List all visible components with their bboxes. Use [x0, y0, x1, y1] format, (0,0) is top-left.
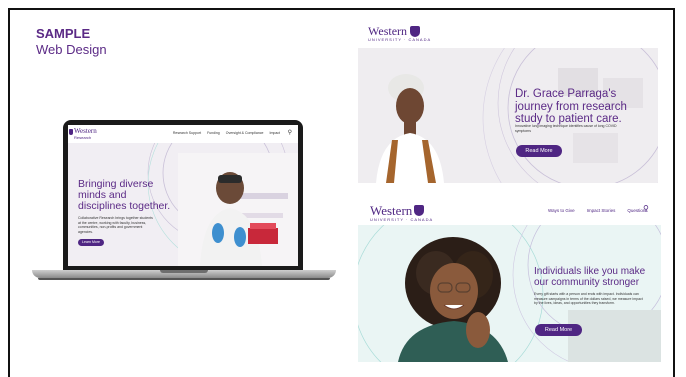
laptop-site-nav: Western Research Research Support Fundin… — [68, 125, 298, 144]
panel1-body: Innovative lung imaging technique identi… — [515, 124, 617, 133]
panel2-logo-sub: UNIVERSITY · CANADA — [370, 217, 434, 222]
laptop-site-headline: Bringing diverse minds and disciplines t… — [78, 178, 171, 212]
laptop-site-logo[interactable]: Western — [74, 128, 97, 135]
laptop-foot — [38, 278, 330, 280]
crest-icon — [410, 26, 420, 37]
laptop-nav-link[interactable]: Funding — [207, 131, 220, 135]
panel2-hero: Individuals like you make our community … — [358, 225, 661, 362]
crest-icon — [69, 129, 73, 135]
laptop-nav-link[interactable]: Oversight & Compliance — [226, 131, 264, 135]
laptop-site-body: Collaborative Research brings together s… — [78, 216, 153, 234]
laptop-site-nav-links: Research Support Funding Oversight & Com… — [173, 131, 280, 135]
nav-link-impact-stories[interactable]: Impact Stories — [587, 208, 616, 213]
learn-more-button[interactable]: Learn More — [78, 239, 104, 246]
laptop-website-display: Western Research Research Support Fundin… — [68, 125, 298, 266]
search-icon[interactable]: ⚲ — [288, 129, 292, 136]
nav-link-ways-to-give[interactable]: Ways to Give — [548, 208, 575, 213]
search-icon[interactable]: ⚲ — [643, 204, 649, 213]
panel1-headline: Dr. Grace Parraga's journey from researc… — [515, 88, 627, 125]
laptop-nav-link[interactable]: Impact — [269, 131, 280, 135]
laptop-site-hero: Bringing diverse minds and disciplines t… — [68, 143, 298, 266]
laptop-nav-link[interactable]: Research Support — [173, 131, 201, 135]
panel2-headline: Individuals like you make our community … — [534, 266, 646, 288]
read-more-button[interactable]: Read More — [516, 145, 562, 157]
panel2-body: Every gift starts with a person and ends… — [534, 292, 643, 305]
panel2-nav-links: Ways to Give Impact Stories Questions — [548, 208, 648, 213]
laptop-site-logo-sub: Research — [74, 135, 92, 140]
slide-subtitle: Web Design — [36, 42, 107, 57]
panel1-logo-sub: UNIVERSITY · CANADA — [368, 37, 432, 42]
read-more-button[interactable]: Read More — [535, 324, 582, 336]
slide-title: SAMPLE — [36, 26, 91, 41]
laptop-notch — [160, 270, 208, 273]
scientist-image — [178, 153, 298, 266]
laptop-screen: Western Research Research Support Fundin… — [63, 120, 303, 270]
panel2-nav: Western UNIVERSITY · CANADA Ways to Give… — [358, 197, 658, 225]
panel1-hero: Dr. Grace Parraga's journey from researc… — [358, 48, 658, 183]
crest-icon — [414, 205, 424, 216]
